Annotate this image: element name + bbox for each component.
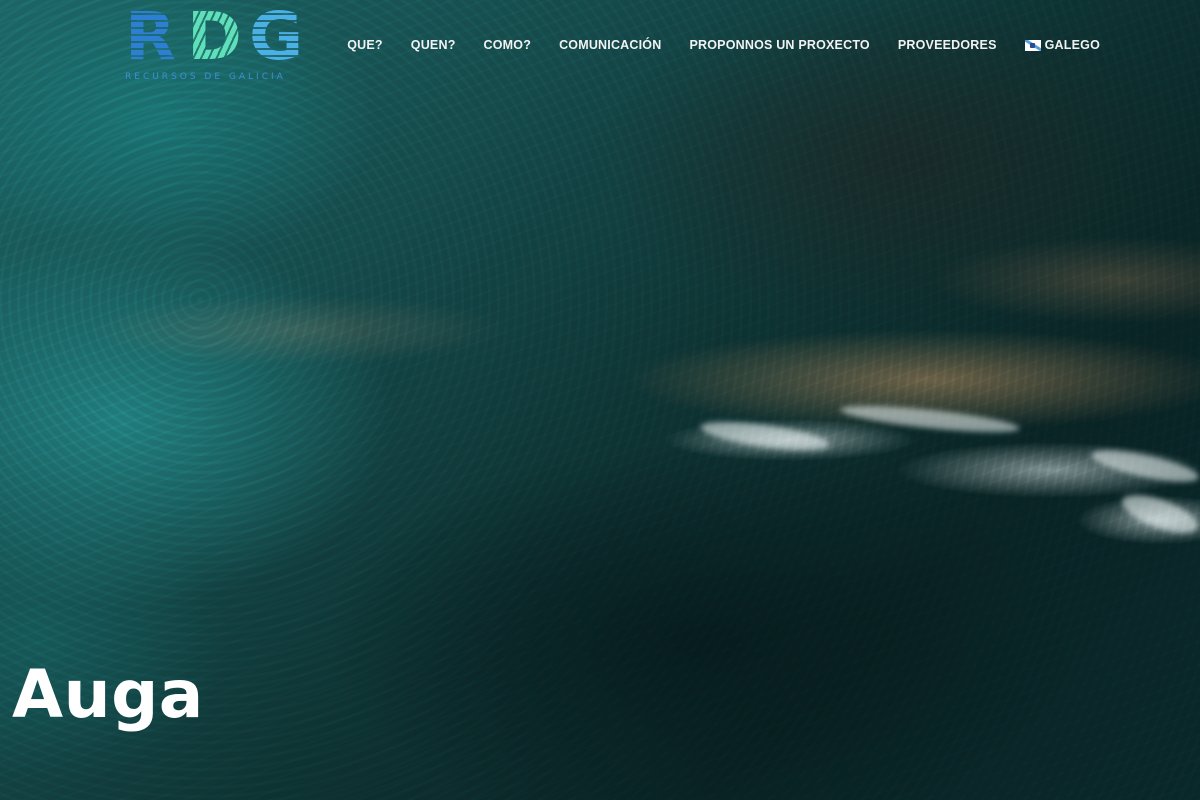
galician-flag-icon	[1024, 39, 1041, 51]
language-switcher[interactable]: GALEGO	[1024, 38, 1100, 52]
nav-item-proponnos-un-proxecto[interactable]: PROPONNOS UN PROXECTO	[689, 38, 869, 52]
site-logo[interactable]: R D G RECURSOS DE GALICIA	[125, 4, 315, 88]
main-nav: QUE? QUEN? COMO? COMUNICACIÓN PROPONNOS …	[347, 38, 1100, 52]
logo-letter: G	[249, 4, 307, 70]
nav-item-comunicacion[interactable]: COMUNICACIÓN	[559, 38, 661, 52]
logo-letter: D	[187, 4, 245, 70]
nav-item-proveedores[interactable]: PROVEEDORES	[898, 38, 997, 52]
logo-mark: R D G	[125, 4, 315, 70]
page: R D G RECURSOS DE GALICIA QUE? QUEN? COM…	[0, 0, 1200, 800]
site-header: R D G RECURSOS DE GALICIA QUE? QUEN? COM…	[0, 0, 1200, 95]
nav-item-como[interactable]: COMO?	[484, 38, 532, 52]
page-title: Auga	[12, 656, 204, 733]
language-label: GALEGO	[1044, 38, 1100, 52]
nav-item-quen[interactable]: QUEN?	[411, 38, 456, 52]
nav-item-que[interactable]: QUE?	[347, 38, 383, 52]
logo-letter: R	[125, 4, 183, 70]
